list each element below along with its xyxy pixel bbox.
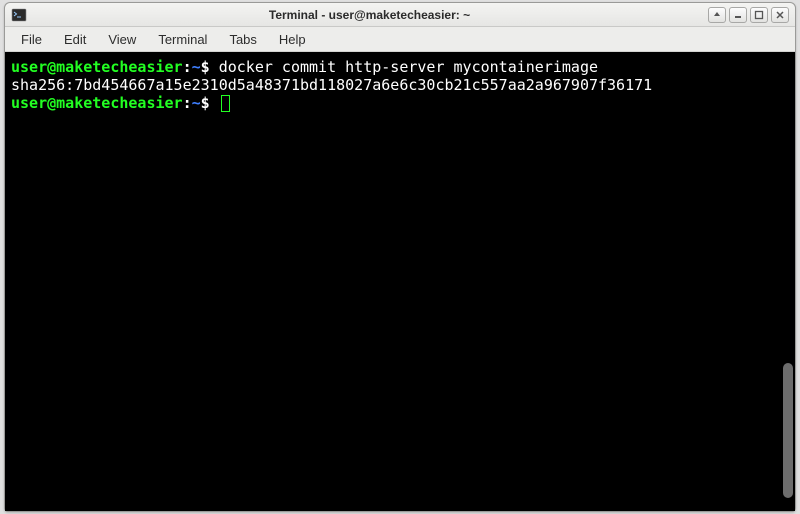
terminal-line: sha256:7bd454667a15e2310d5a48371bd118027… — [11, 76, 775, 94]
prompt-sep: : — [183, 58, 192, 76]
terminal-window: Terminal - user@maketecheasier: ~ File E… — [4, 2, 796, 512]
terminal-content[interactable]: user@maketecheasier:~$ docker commit htt… — [5, 52, 781, 511]
menu-file[interactable]: File — [11, 29, 52, 50]
minimize-button[interactable] — [729, 7, 747, 23]
scrollbar[interactable] — [783, 56, 793, 507]
prompt-symbol: $ — [201, 94, 210, 112]
terminal-line: user@maketecheasier:~$ docker commit htt… — [11, 58, 775, 76]
menu-edit[interactable]: Edit — [54, 29, 96, 50]
terminal-area[interactable]: user@maketecheasier:~$ docker commit htt… — [5, 52, 795, 511]
menu-view[interactable]: View — [98, 29, 146, 50]
keep-above-button[interactable] — [708, 7, 726, 23]
menu-terminal[interactable]: Terminal — [148, 29, 217, 50]
titlebar[interactable]: Terminal - user@maketecheasier: ~ — [5, 3, 795, 27]
terminal-app-icon — [11, 7, 27, 23]
terminal-cursor — [221, 95, 230, 112]
scrollbar-thumb[interactable] — [783, 363, 793, 498]
prompt-symbol: $ — [201, 58, 210, 76]
window-controls — [708, 7, 789, 23]
prompt-path: ~ — [192, 58, 201, 76]
menubar: File Edit View Terminal Tabs Help — [5, 27, 795, 52]
prompt-path: ~ — [192, 94, 201, 112]
menu-help[interactable]: Help — [269, 29, 316, 50]
maximize-button[interactable] — [750, 7, 768, 23]
prompt-userhost: user@maketecheasier — [11, 94, 183, 112]
output-text: sha256:7bd454667a15e2310d5a48371bd118027… — [11, 76, 652, 94]
window-title: Terminal - user@maketecheasier: ~ — [31, 8, 708, 22]
menu-tabs[interactable]: Tabs — [219, 29, 266, 50]
command-text: docker commit http-server mycontainerima… — [219, 58, 598, 76]
close-button[interactable] — [771, 7, 789, 23]
terminal-line: user@maketecheasier:~$ — [11, 94, 775, 112]
prompt-sep: : — [183, 94, 192, 112]
prompt-userhost: user@maketecheasier — [11, 58, 183, 76]
